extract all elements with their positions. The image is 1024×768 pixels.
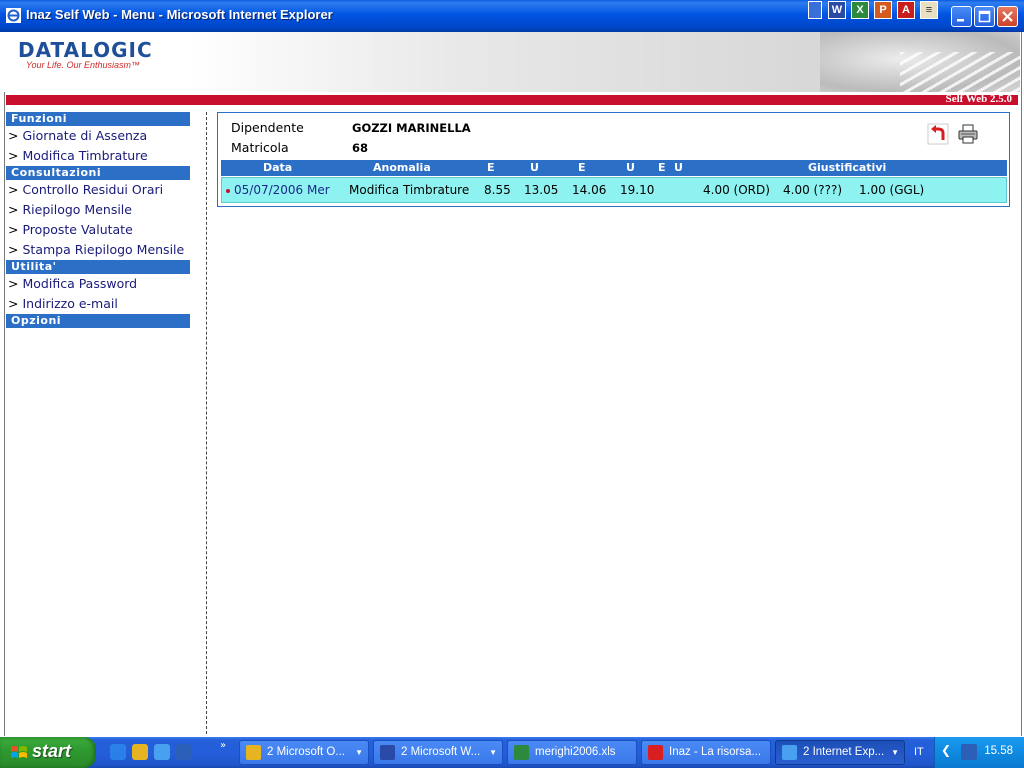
task-inaz-risorsa[interactable]: Inaz - La risorsa... [641, 740, 771, 765]
employee-name-label: Dipendente [231, 120, 304, 135]
language-indicator[interactable]: IT [914, 746, 924, 758]
sidebar-item-stampa-riepilogo-mensile[interactable]: > Stampa Riepilogo Mensile [6, 240, 190, 260]
section-consultazioni: Consultazioni [6, 166, 190, 180]
start-label: start [32, 741, 72, 761]
maximize-button[interactable] [974, 6, 995, 27]
quicklaunch-app-icon[interactable] [176, 744, 192, 760]
col-entrata-3: E [658, 161, 666, 174]
col-uscita-1: U [530, 161, 539, 174]
window-title: Inaz Self Web - Menu - Microsoft Interne… [26, 7, 333, 22]
excel-icon [514, 745, 529, 760]
task-microsoft-word[interactable]: 2 Microsoft W... ▼ [373, 740, 503, 765]
col-anomalia: Anomalia [373, 161, 431, 174]
datalogic-logo: DATALOGIC Your Life. Our Enthusiasm™ [18, 38, 153, 70]
window-title-bar[interactable]: Inaz Self Web - Menu - Microsoft Interne… [0, 0, 1024, 32]
windows-flag-icon [11, 746, 27, 758]
sidebar-item-proposte-valutate[interactable]: > Proposte Valutate [6, 220, 190, 240]
sidebar-item-controllo-residui-orari[interactable]: > Controllo Residui Orari [6, 180, 190, 200]
section-funzioni: Funzioni [6, 112, 190, 126]
col-entrata-1: E [487, 161, 495, 174]
powerpoint-icon[interactable]: P [874, 1, 892, 19]
group-arrow-icon: ▼ [891, 748, 899, 757]
start-button[interactable]: start [0, 737, 96, 768]
group-arrow-icon: ▼ [489, 748, 497, 757]
row-giustificativo-2: 4.00 (???) [783, 183, 843, 197]
section-utilita: Utilita' [6, 260, 190, 274]
quicklaunch-ie-icon[interactable] [110, 744, 126, 760]
row-anomalia: Modifica Timbrature [349, 183, 470, 197]
pdf-icon[interactable]: A [897, 1, 915, 19]
col-data: Data [263, 161, 293, 174]
row-giustificativo-1: 4.00 (ORD) [703, 183, 770, 197]
row-giustificativo-3: 1.00 (GGL) [859, 183, 925, 197]
sidebar-item-modifica-timbrature[interactable]: > Modifica Timbrature [6, 146, 190, 166]
employee-name-value: GOZZI MARINELLA [352, 121, 471, 135]
version-label: Self Web 2.5.0 [945, 93, 1012, 105]
system-tray-icon[interactable] [808, 1, 822, 19]
task-merighi-xls[interactable]: merighi2006.xls [507, 740, 637, 765]
sidebar-item-indirizzo-email[interactable]: > Indirizzo e-mail [6, 294, 190, 314]
employee-id-label: Matricola [231, 140, 289, 155]
quicklaunch-browser-icon[interactable] [154, 744, 170, 760]
sidebar-item-riepilogo-mensile[interactable]: > Riepilogo Mensile [6, 200, 190, 220]
back-icon[interactable] [927, 123, 949, 145]
close-button[interactable] [997, 6, 1018, 27]
sidebar-menu: Funzioni > Giornate di Assenza > Modifica … [6, 112, 190, 328]
maximize-icon [978, 10, 991, 23]
section-opzioni[interactable]: Opzioni [6, 314, 190, 328]
col-uscita-2: U [626, 161, 635, 174]
sidebar-divider [206, 112, 207, 734]
clock[interactable]: 15.58 [984, 745, 1013, 757]
grid-header: Data Anomalia E U E U E U Giustificativi [221, 160, 1007, 176]
system-tray: ❮ 15.58 [934, 737, 1024, 768]
version-bar: Self Web 2.5.0 [6, 93, 1018, 105]
row-entrata-2: 14.06 [572, 183, 607, 197]
windows-taskbar: start » 2 Microsoft O... ▼ 2 Microsoft W… [0, 737, 1024, 768]
brand-slogan: Your Life. Our Enthusiasm™ [26, 60, 141, 70]
col-entrata-2: E [578, 161, 586, 174]
col-uscita-3: U [674, 161, 683, 174]
sidebar-item-giornate-di-assenza[interactable]: > Giornate di Assenza [6, 126, 190, 146]
task-internet-explorer[interactable]: 2 Internet Exp... ▼ [775, 740, 905, 765]
task-microsoft-outlook[interactable]: 2 Microsoft O... ▼ [239, 740, 369, 765]
close-icon [1002, 11, 1013, 22]
notepad-icon[interactable]: ≡ [920, 1, 938, 19]
row-uscita-1: 13.05 [524, 183, 559, 197]
internet-explorer-icon [782, 745, 797, 760]
print-icon[interactable] [957, 123, 979, 145]
group-arrow-icon: ▼ [355, 748, 363, 757]
page-header: DATALOGIC Your Life. Our Enthusiasm™ [4, 32, 1020, 92]
word-icon [380, 745, 395, 760]
minimize-button[interactable] [951, 6, 972, 27]
col-giustificativi: Giustificativi [808, 161, 887, 174]
tray-app-icon[interactable] [961, 744, 977, 760]
row-entrata-1: 8.55 [484, 183, 511, 197]
tray-expand-icon[interactable]: ❮ [941, 743, 951, 757]
minimize-icon [957, 19, 964, 22]
sidebar-item-modifica-password[interactable]: > Modifica Password [6, 274, 190, 294]
row-uscita-2: 19.10 [620, 183, 655, 197]
brand-name: DATALOGIC [18, 38, 153, 62]
internet-explorer-icon [6, 8, 21, 23]
quicklaunch-chevron-icon[interactable]: » [220, 740, 226, 751]
word-icon[interactable]: W [828, 1, 846, 19]
outlook-icon [246, 745, 261, 760]
excel-icon[interactable]: X [851, 1, 869, 19]
table-row[interactable]: 05/07/2006 Mer Modifica Timbrature 8.55 … [221, 177, 1007, 203]
inaz-icon [648, 745, 663, 760]
employee-id-value: 68 [352, 141, 369, 155]
anomaly-panel: Dipendente GOZZI MARINELLA Matricola 68 … [217, 112, 1010, 207]
row-bullet-icon [226, 189, 230, 193]
row-date-link[interactable]: 05/07/2006 Mer [234, 183, 330, 197]
quicklaunch-outlook-icon[interactable] [132, 744, 148, 760]
